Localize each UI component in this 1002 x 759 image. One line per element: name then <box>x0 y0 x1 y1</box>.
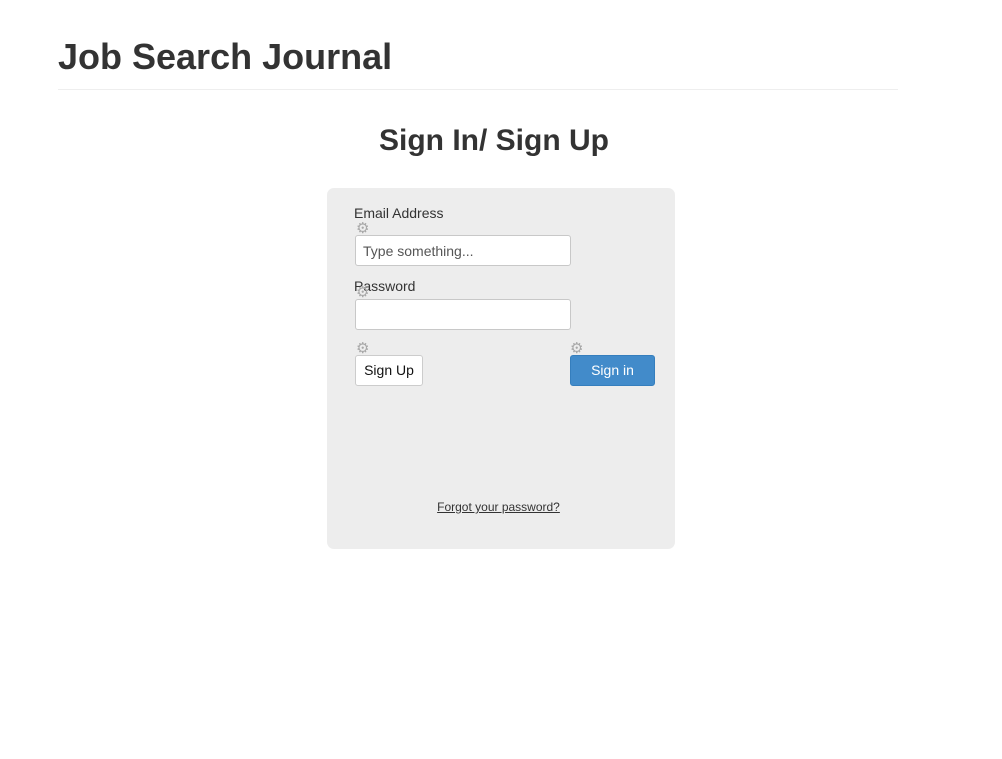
sign-up-button[interactable]: Sign Up <box>355 355 423 386</box>
gear-icon: ⚙ <box>570 340 584 357</box>
forgot-password-link[interactable]: Forgot your password? <box>327 500 670 514</box>
gear-icon: ⚙ <box>356 340 370 357</box>
gear-icon: ⚙ <box>356 284 370 301</box>
app-root: Job Search Journal Sign In/ Sign Up Emai… <box>0 0 1002 759</box>
sign-in-button[interactable]: Sign in <box>570 355 655 386</box>
header-divider <box>58 89 898 90</box>
gear-icon: ⚙ <box>356 220 370 237</box>
page-heading: Sign In/ Sign Up <box>379 124 609 157</box>
app-title: Job Search Journal <box>58 36 393 77</box>
email-input[interactable] <box>355 235 571 266</box>
password-input[interactable] <box>355 299 571 330</box>
signin-panel: Email Address ⚙ Password ⚙ ⚙ Sign Up ⚙ S… <box>327 188 675 549</box>
